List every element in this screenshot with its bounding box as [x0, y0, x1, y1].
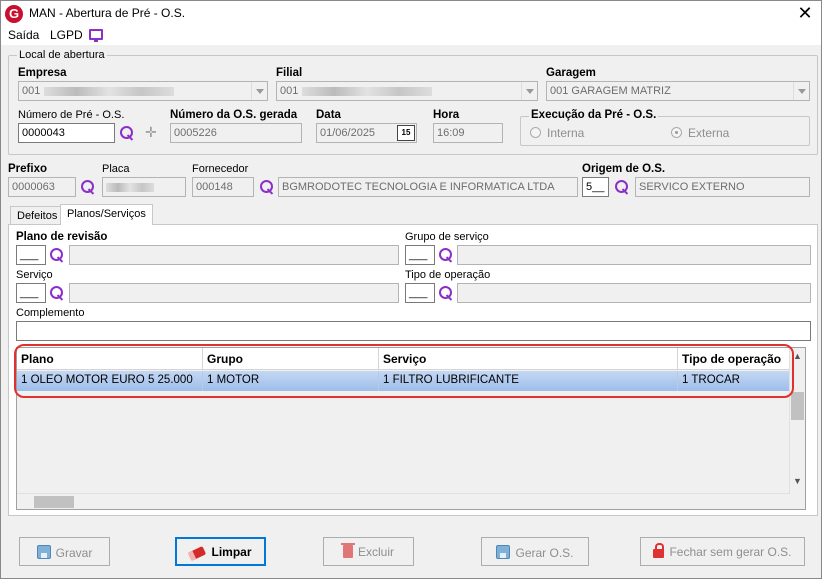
redacted-text — [106, 182, 154, 192]
scroll-thumb[interactable] — [791, 392, 804, 420]
search-icon[interactable] — [259, 179, 275, 195]
externa-label: Externa — [688, 126, 730, 140]
menu-item-saida[interactable]: Saída — [8, 28, 39, 42]
save-icon — [496, 545, 511, 559]
chevron-down-icon[interactable] — [793, 82, 809, 100]
eraser-icon — [188, 546, 207, 561]
numero-pre-os-label: Número de Pré - O.S. — [18, 109, 125, 121]
filial-label: Filial — [276, 67, 303, 79]
scroll-down-icon[interactable]: ▼ — [793, 476, 802, 486]
tipo-operacao-desc-input — [457, 283, 811, 303]
grupo-servico-label: Grupo de serviço — [405, 231, 489, 243]
plano-revisao-code-input[interactable]: ___ — [16, 245, 46, 265]
fornecedor-code-input[interactable]: 000148 — [192, 177, 254, 197]
redacted-text — [44, 86, 175, 96]
data-label: Data — [316, 109, 341, 121]
hora-input[interactable]: 16:09 — [433, 123, 503, 143]
servico-desc-input — [69, 283, 399, 303]
main-window: G MAN - Abertura de Pré - O.S. ✕ Saída L… — [0, 0, 822, 579]
complemento-label: Complemento — [16, 307, 85, 319]
trash-icon — [340, 543, 355, 558]
redacted-text — [302, 86, 433, 96]
close-icon[interactable]: ✕ — [795, 3, 815, 23]
execucao-legend: Execução da Pré - O.S. — [529, 109, 659, 121]
interna-label: Interna — [547, 126, 585, 140]
gravar-button[interactable]: Gravar — [19, 537, 110, 566]
scroll-thumb[interactable] — [34, 496, 74, 508]
horizontal-scrollbar[interactable] — [17, 493, 790, 509]
tipo-operacao-code-input[interactable]: ___ — [405, 283, 435, 303]
fornecedor-name-input: BGMRODOTEC TECNOLOGIA E INFORMATICA LTDA — [278, 177, 578, 197]
gerar-os-button[interactable]: Gerar O.S. — [481, 537, 589, 566]
tab-planos-servicos[interactable]: Planos/Serviços — [60, 204, 153, 225]
empresa-label: Empresa — [18, 67, 67, 79]
tab-defeitos[interactable]: Defeitos — [10, 206, 65, 225]
search-icon[interactable] — [49, 247, 65, 263]
placa-input[interactable] — [102, 177, 186, 197]
window-title: MAN - Abertura de Pré - O.S. — [29, 6, 186, 20]
calendar-icon[interactable]: 15 — [397, 125, 415, 141]
title-bar: G MAN - Abertura de Pré - O.S. ✕ — [1, 1, 821, 27]
prefixo-input[interactable]: 0000063 — [8, 177, 76, 197]
servico-code-input[interactable]: ___ — [16, 283, 46, 303]
radio-externa[interactable] — [671, 127, 682, 138]
limpar-button[interactable]: Limpar — [175, 537, 266, 566]
numero-os-gerada-input: 0005226 — [170, 123, 302, 143]
plus-icon[interactable]: ✛ — [145, 124, 157, 141]
search-icon[interactable] — [80, 179, 96, 195]
chevron-down-icon[interactable] — [521, 82, 537, 100]
search-icon[interactable] — [438, 285, 454, 301]
origem-desc-input: SERVICO EXTERNO — [635, 177, 810, 197]
save-icon — [36, 545, 51, 559]
plano-revisao-desc-input — [69, 245, 399, 265]
servico-label: Serviço — [16, 269, 53, 281]
menu-bar: Saída LGPD — [1, 27, 821, 45]
hora-label: Hora — [433, 109, 460, 121]
grupo-servico-desc-input — [457, 245, 811, 265]
monitor-icon[interactable] — [89, 29, 103, 42]
origem-code-input[interactable]: 5__ — [582, 177, 609, 197]
search-icon[interactable] — [438, 247, 454, 263]
grupo-servico-code-input[interactable]: ___ — [405, 245, 435, 265]
highlight-annotation — [14, 344, 794, 398]
scroll-up-icon[interactable]: ▲ — [793, 351, 802, 361]
search-icon[interactable] — [49, 285, 65, 301]
local-abertura-legend: Local de abertura — [17, 49, 107, 61]
excluir-button[interactable]: Excluir — [323, 537, 414, 566]
empresa-select[interactable]: 001 — [18, 81, 268, 101]
tipo-operacao-label: Tipo de operação — [405, 269, 491, 281]
fornecedor-label: Fornecedor — [192, 163, 249, 175]
plano-revisao-label: Plano de revisão — [16, 231, 108, 243]
garagem-select[interactable]: 001 GARAGEM MATRIZ — [546, 81, 810, 101]
numero-os-gerada-label: Número da O.S. gerada — [170, 109, 298, 121]
search-icon[interactable] — [614, 179, 630, 195]
complemento-input[interactable] — [16, 321, 811, 341]
origem-label: Origem de O.S. — [582, 163, 666, 175]
fechar-sem-gerar-button[interactable]: Fechar sem gerar O.S. — [640, 537, 805, 566]
numero-pre-os-input[interactable]: 0000043 — [18, 123, 115, 143]
filial-select[interactable]: 001 — [276, 81, 538, 101]
search-icon[interactable] — [119, 125, 135, 141]
garagem-label: Garagem — [546, 67, 596, 79]
placa-label: Placa — [102, 163, 130, 175]
chevron-down-icon[interactable] — [251, 82, 267, 100]
lock-icon — [653, 543, 665, 558]
menu-item-lgpd[interactable]: LGPD — [50, 28, 83, 42]
prefixo-label: Prefixo — [8, 163, 47, 175]
radio-interna[interactable] — [530, 127, 541, 138]
app-logo-icon: G — [5, 5, 23, 23]
